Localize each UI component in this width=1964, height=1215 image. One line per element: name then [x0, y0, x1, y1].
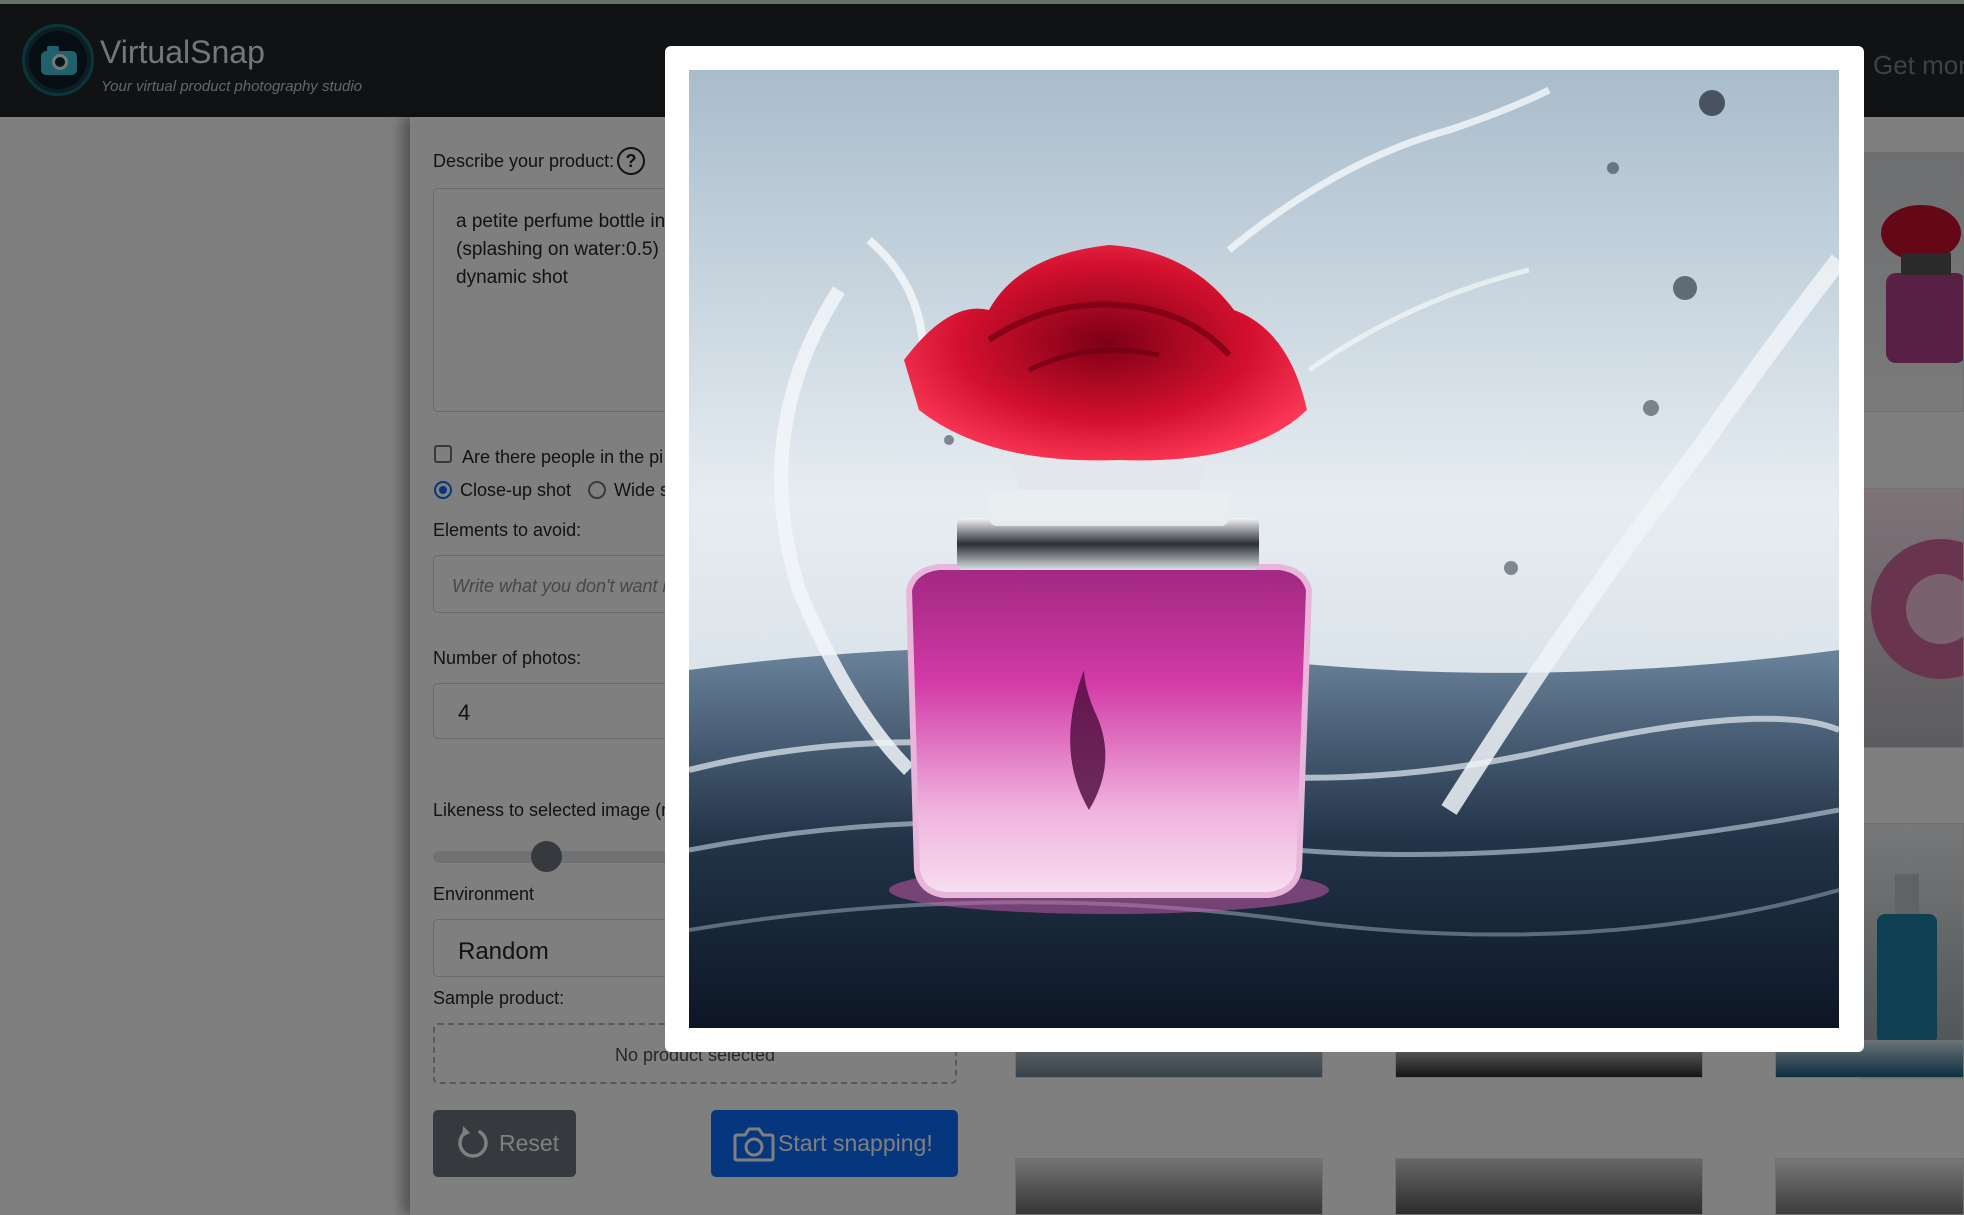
preview-image — [689, 70, 1839, 1028]
image-preview-modal — [665, 46, 1864, 1052]
perfume-photo — [689, 70, 1839, 1028]
